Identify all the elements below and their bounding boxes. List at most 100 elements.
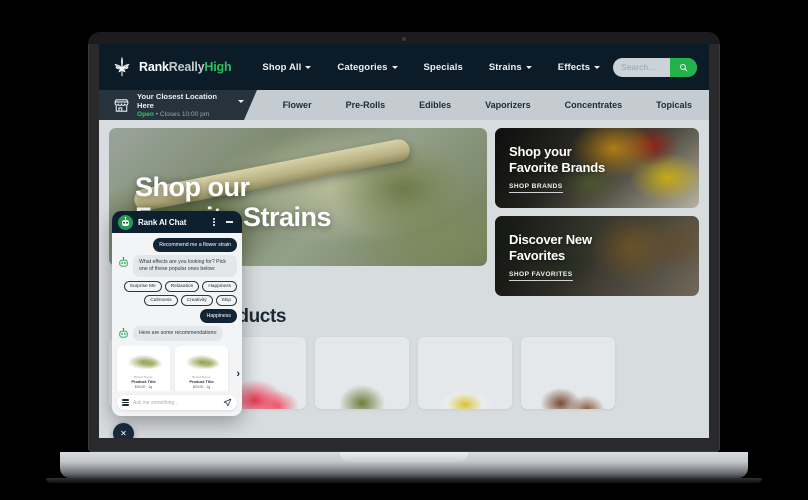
promo-title: Shop your Favorite Brands: [509, 144, 605, 175]
nav-link-strains[interactable]: Strains: [476, 62, 545, 73]
chip-calmness[interactable]: Calmness: [144, 294, 178, 307]
product-card[interactable]: [521, 337, 615, 409]
recommendation-carousel: Brand Name Product Title $00.00 · 1g Sat…: [117, 346, 240, 391]
product-card[interactable]: [418, 337, 512, 409]
category-link-edibles[interactable]: Edibles: [402, 100, 468, 110]
product-thumb-concentrate: [418, 337, 512, 409]
location-text-block: Your Closest Location Here Open • Closes…: [137, 92, 244, 118]
chat-header: Rank AI Chat: [112, 211, 242, 233]
recommendation-thumb-flower: [178, 350, 225, 373]
laptop-base: [60, 452, 748, 478]
brand-text-really: Really: [168, 60, 205, 74]
chip-creativity[interactable]: Creativity: [180, 294, 213, 307]
chat-bubble-bot: What effects are you looking for? Pick o…: [133, 254, 237, 278]
search-icon: [680, 63, 688, 71]
search-input[interactable]: [613, 62, 670, 72]
location-name-label: Your Closest Location Here: [137, 91, 218, 110]
chat-bubble-selected-effect: Happiness: [200, 309, 237, 323]
chat-message-input[interactable]: [133, 399, 219, 406]
nav-link-label: Shop All: [262, 61, 302, 73]
promo-content: Discover New Favorites SHOP FAVORITES: [509, 232, 592, 281]
send-paper-plane-icon[interactable]: [223, 398, 232, 407]
location-name: Your Closest Location Here: [137, 92, 244, 110]
robot-avatar-icon: [118, 214, 133, 230]
robot-avatar-icon: [119, 256, 128, 267]
nav-link-label: Specials: [423, 61, 463, 73]
recommendation-price: $00.00 · 1g: [192, 384, 211, 389]
chat-message-bot: What effects are you looking for? Pick o…: [117, 254, 237, 278]
location-selector[interactable]: Your Closest Location Here Open • Closes…: [99, 90, 257, 120]
category-links: Flower Pre-Rolls Edibles Vaporizers Conc…: [243, 90, 709, 120]
chip-relaxation[interactable]: Relaxation: [164, 281, 200, 293]
search-bar: [613, 57, 697, 77]
recommendation-card[interactable]: Brand Name Product Title $00.00 · 1g Sat…: [175, 346, 228, 391]
location-open-badge: Open: [137, 111, 154, 119]
promo-title-line2: Favorite Brands: [509, 159, 605, 175]
chevron-down-icon: [391, 66, 398, 69]
chat-close-button[interactable]: ✕: [113, 423, 134, 438]
promo-card-favorites[interactable]: Discover New Favorites SHOP FAVORITES: [495, 216, 699, 296]
nav-link-shop-all[interactable]: Shop All: [249, 62, 324, 73]
promo-cta-shop-favorites[interactable]: SHOP FAVORITES: [509, 271, 573, 281]
carousel-next-icon[interactable]: ›: [236, 368, 240, 380]
storefront-icon: [114, 98, 129, 112]
nav-link-specials[interactable]: Specials: [411, 62, 476, 73]
hero-title-line1: Shop our: [135, 172, 250, 202]
laptop-bezel: [88, 32, 720, 44]
search-button[interactable]: [670, 57, 697, 77]
chevron-down-icon: [305, 66, 312, 69]
location-closing-time: Closes 10:00 pm: [159, 111, 210, 119]
promo-cta-shop-brands[interactable]: SHOP BRANDS: [509, 183, 563, 193]
chevron-down-icon: [237, 99, 244, 103]
recommendation-brand: Brand Name: [134, 374, 153, 379]
category-link-flower[interactable]: Flower: [266, 100, 329, 110]
category-link-concentrates[interactable]: Concentrates: [548, 100, 640, 110]
location-status: Open • Closes 10:00 pm: [137, 111, 244, 118]
promo-title-line2: Favorites: [509, 247, 566, 263]
promo-content: Shop your Favorite Brands SHOP BRANDS: [509, 144, 605, 193]
laptop-screen: RankReallyHigh Shop All Categories Speci…: [99, 44, 709, 438]
recommendation-thumb-flower: [120, 350, 167, 373]
website-viewport: RankReallyHigh Shop All Categories Speci…: [99, 44, 709, 438]
promo-card-brands[interactable]: Shop your Favorite Brands SHOP BRANDS: [495, 128, 699, 208]
chat-title: Rank AI Chat: [138, 217, 187, 227]
minimize-icon[interactable]: [226, 221, 233, 223]
cannabis-leaf-icon: [114, 56, 130, 77]
laptop-foot: [46, 478, 762, 483]
promo-title: Discover New Favorites: [509, 232, 592, 263]
chip-surprise-me[interactable]: Surprise Me: [123, 281, 162, 293]
brand-text-rank: Rank: [139, 60, 169, 74]
recommendation-brand: Brand Name: [192, 374, 211, 379]
effect-chip-group: Surprise Me Relaxation Happiness Calmnes…: [117, 281, 237, 307]
laptop-mockup: RankReallyHigh Shop All Categories Speci…: [0, 0, 808, 500]
brand-text-high: High: [204, 60, 232, 74]
recommendation-price: $00.00 · 1g: [134, 384, 153, 389]
kebab-menu-icon[interactable]: [210, 216, 218, 228]
chip-happiness[interactable]: Happiness: [202, 281, 237, 293]
nav-link-effects[interactable]: Effects: [545, 62, 613, 73]
promo-title-line1: Discover New: [509, 232, 592, 248]
chat-input-bar: [117, 395, 237, 410]
chip-skip[interactable]: Skip: [215, 294, 237, 307]
category-link-pre-rolls[interactable]: Pre-Rolls: [329, 100, 403, 110]
promo-title-line1: Shop your: [509, 144, 572, 160]
category-link-vaporizers[interactable]: Vaporizers: [468, 100, 548, 110]
chat-message-user-selected: Happiness: [117, 309, 237, 323]
chat-bubble-user: Recommend me a flower strain: [153, 238, 237, 252]
nav-link-categories[interactable]: Categories: [324, 62, 410, 73]
product-card[interactable]: [315, 337, 409, 409]
category-bar: Your Closest Location Here Open • Closes…: [99, 90, 709, 120]
product-thumb-edible: [521, 337, 615, 409]
recommendation-card[interactable]: Brand Name Product Title $00.00 · 1g Sat…: [117, 346, 170, 391]
recommendation-title: Product Title: [189, 379, 214, 385]
chip-row: Surprise Me Relaxation Happiness: [117, 281, 237, 293]
brand-logo-link[interactable]: RankReallyHigh: [111, 56, 232, 78]
category-link-topicals[interactable]: Topicals: [639, 100, 709, 110]
nav-link-label: Categories: [337, 61, 388, 73]
chat-message-list: Recommend me a flower strain What effect…: [112, 233, 242, 391]
chevron-down-icon: [525, 66, 532, 69]
hamburger-menu-icon[interactable]: [122, 399, 129, 406]
chip-row: Calmness Creativity Skip: [117, 294, 237, 307]
top-navigation-bar: RankReallyHigh Shop All Categories Speci…: [99, 44, 709, 90]
robot-avatar-icon: [119, 327, 128, 338]
